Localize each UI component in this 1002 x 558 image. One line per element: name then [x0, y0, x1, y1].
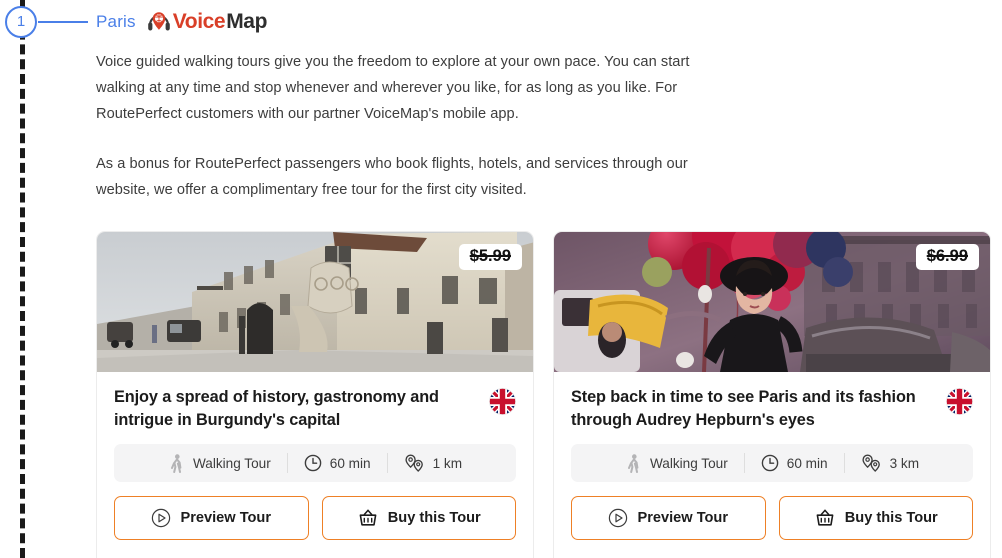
- voicemap-logo[interactable]: Voice Map: [146, 9, 267, 35]
- tour-title-row: Enjoy a spread of history, gastronomy an…: [114, 386, 516, 432]
- tour-actions: Preview Tour Buy this Tour: [114, 496, 516, 540]
- tour-meta-row: Walking Tour 60 min: [114, 444, 516, 482]
- union-jack-flag-icon: [946, 388, 973, 415]
- tour-title-row: Step back in time to see Paris and its f…: [571, 386, 973, 432]
- clock-icon: [304, 454, 322, 472]
- tour-card-list: $5.99 Enjoy a spread of history, gastron…: [96, 231, 1002, 558]
- tour-meta-type: Walking Tour: [609, 453, 744, 473]
- walking-person-icon: [627, 453, 639, 473]
- shopping-basket-icon: [359, 509, 377, 526]
- tour-title: Step back in time to see Paris and its f…: [571, 388, 916, 429]
- map-pins-icon: [405, 454, 423, 472]
- clock-icon: [761, 454, 779, 472]
- tour-meta-distance: 3 km: [845, 454, 935, 473]
- tour-meta-type: Walking Tour: [152, 453, 287, 473]
- union-jack-flag-icon: [489, 388, 516, 415]
- tour-meta-distance-label: 3 km: [889, 455, 920, 471]
- timeline-dashed-line: [20, 0, 25, 558]
- shopping-basket-icon: [816, 509, 834, 526]
- buy-tour-button[interactable]: Buy this Tour: [321, 496, 516, 540]
- voicemap-tours-panel: 1 Paris Voice Map Voice guided walking to…: [0, 0, 1002, 558]
- tour-card-body: Step back in time to see Paris and its f…: [554, 372, 990, 558]
- map-pins-icon: [862, 454, 880, 472]
- tour-meta-duration: 60 min: [288, 454, 387, 472]
- preview-tour-label: Preview Tour: [637, 510, 729, 526]
- timeline-step-badge[interactable]: 1: [5, 6, 37, 38]
- tour-actions: Preview Tour Buy this Tour: [571, 496, 973, 540]
- play-circle-icon: [609, 508, 628, 528]
- buy-tour-label: Buy this Tour: [387, 510, 481, 526]
- tour-meta-duration: 60 min: [745, 454, 844, 472]
- intro-paragraph-1: Voice guided walking tours give you the …: [96, 54, 690, 122]
- panel-content: Paris Voice Map Voice guided walking tour…: [96, 0, 1002, 558]
- preview-tour-button[interactable]: Preview Tour: [114, 496, 309, 540]
- intro-paragraph-2: As a bonus for RoutePerfect passengers w…: [96, 156, 688, 198]
- tour-meta-distance-label: 1 km: [432, 455, 463, 471]
- panel-header: Paris Voice Map: [96, 0, 1002, 35]
- tour-meta-row: Walking Tour 60 min: [571, 444, 973, 482]
- itinerary-timeline-rail: 1: [0, 0, 96, 558]
- tour-card-body: Enjoy a spread of history, gastronomy an…: [97, 372, 533, 558]
- logo-word-map: Map: [226, 10, 268, 33]
- walking-person-icon: [170, 453, 182, 473]
- price-badge: $6.99: [915, 244, 979, 270]
- tour-meta-duration-label: 60 min: [329, 455, 371, 471]
- tour-meta-type-label: Walking Tour: [649, 455, 728, 471]
- tour-thumbnail[interactable]: $6.99: [554, 232, 990, 372]
- tour-meta-duration-label: 60 min: [786, 455, 828, 471]
- preview-tour-button[interactable]: Preview Tour: [571, 496, 766, 540]
- preview-tour-label: Preview Tour: [180, 510, 272, 526]
- voicemap-headphone-pin-logo-icon: [147, 12, 170, 31]
- tour-thumbnail[interactable]: $5.99: [97, 232, 533, 372]
- city-title: Paris: [96, 12, 136, 31]
- price-badge: $5.99: [458, 244, 522, 270]
- tour-meta-type-label: Walking Tour: [192, 455, 271, 471]
- timeline-connector-line: [38, 21, 88, 23]
- tour-title: Enjoy a spread of history, gastronomy an…: [114, 388, 439, 429]
- buy-tour-button[interactable]: Buy this Tour: [778, 496, 973, 540]
- play-circle-icon: [152, 508, 171, 528]
- tour-card[interactable]: $6.99 Step back in time to see Paris and…: [553, 231, 991, 558]
- tour-card[interactable]: $5.99 Enjoy a spread of history, gastron…: [96, 231, 534, 558]
- logo-word-voice: Voice: [172, 10, 226, 33]
- tour-meta-distance: 1 km: [388, 454, 478, 473]
- buy-tour-label: Buy this Tour: [844, 510, 938, 526]
